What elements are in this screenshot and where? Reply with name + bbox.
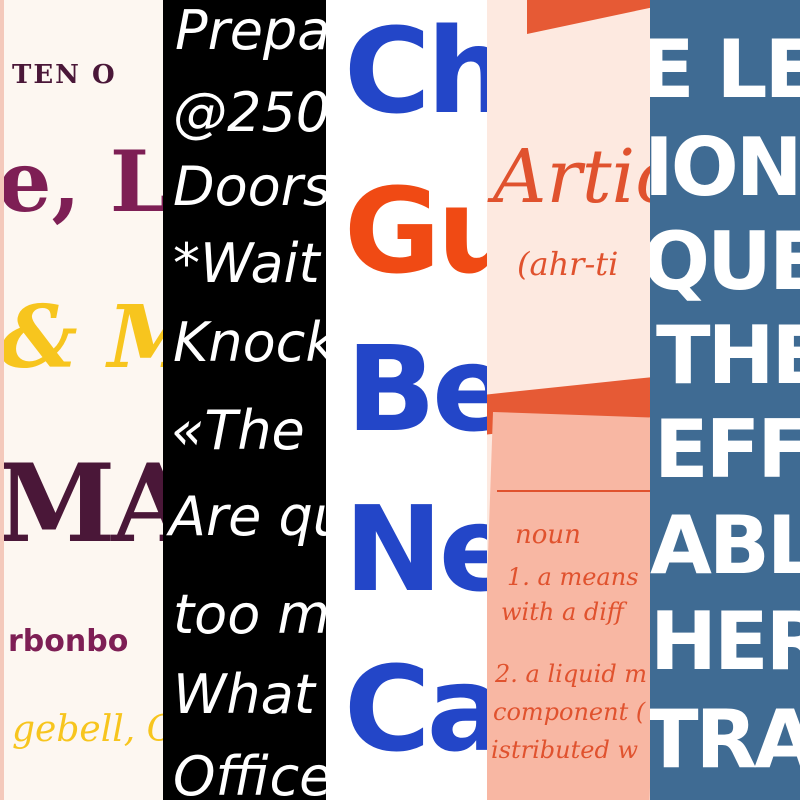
panel1-line-2: e, L (0, 132, 163, 231)
panel1-line-1: TEN O (12, 60, 117, 90)
definition-2-line-1: 2. a liquid m (495, 660, 648, 688)
definition-rule (497, 490, 650, 492)
panel2-line-1: Prepa (175, 0, 326, 62)
panel5-line-7: HER SE (650, 595, 800, 688)
typography-collage: TEN O e, L & M MAL rbonbo gebell, C Prep… (0, 0, 800, 800)
panel2-line-3: Doors (173, 155, 326, 218)
headword: Artic (493, 134, 650, 220)
panel2-line-2: @250 (173, 81, 326, 144)
panel5-line-8: TRAST (650, 693, 800, 786)
geometric-sans-panel: Ch Gu Be Ne Ca (326, 0, 487, 800)
panel5-line-5: EFFEC (654, 403, 800, 496)
panel2-line-6: «The (171, 399, 305, 462)
panel2-line-7: Are qu (169, 485, 326, 548)
panel1-line-6: gebell, C (12, 709, 163, 750)
handwritten-panel: Prepa @250 Doors *Wait Knock «The Are qu… (163, 0, 326, 800)
panel1-line-3: & M (0, 287, 163, 388)
panel5-line-2: IONAL (650, 121, 800, 214)
panel1-line-5: rbonbo (8, 624, 129, 659)
panel3-line-4: Ne (344, 480, 487, 618)
definition-2-line-3: istributed w (491, 736, 638, 764)
panel3-line-2: Gu (344, 162, 487, 300)
panel1-line-4: MAL (0, 441, 163, 567)
definition-1-line-1: 1. a means (507, 563, 639, 591)
panel5-line-1: E LEAT (650, 23, 800, 116)
panel2-line-4: *Wait (173, 232, 320, 295)
panel3-line-3: Be (346, 320, 487, 458)
condensed-caps-panel: E LEAT IONAL QUES. THE LI EFFEC ABLE- HE… (650, 0, 800, 800)
slab-serif-panel: TEN O e, L & M MAL rbonbo gebell, C (0, 0, 163, 800)
panel2-line-8: too m (173, 583, 326, 646)
definition-2-line-2: component ( (493, 698, 646, 726)
definition-1-line-2: with a diff (501, 598, 624, 626)
panel2-line-5: Knock (173, 311, 326, 374)
pronunciation: (ahr-ti (517, 245, 619, 283)
panel5-line-3: QUES. (650, 215, 800, 308)
part-of-speech: noun (515, 520, 581, 550)
panel3-line-1: Ch (344, 2, 487, 140)
panel2-line-10: Office (173, 745, 326, 800)
panel3-line-5: Ca (344, 640, 487, 778)
panel5-line-6: ABLE- (650, 499, 800, 592)
panel5-line-4: THE LI (656, 309, 800, 402)
panel2-line-9: What (173, 663, 315, 726)
script-definition-panel: Artic (ahr-ti noun 1. a means with a dif… (487, 0, 650, 800)
